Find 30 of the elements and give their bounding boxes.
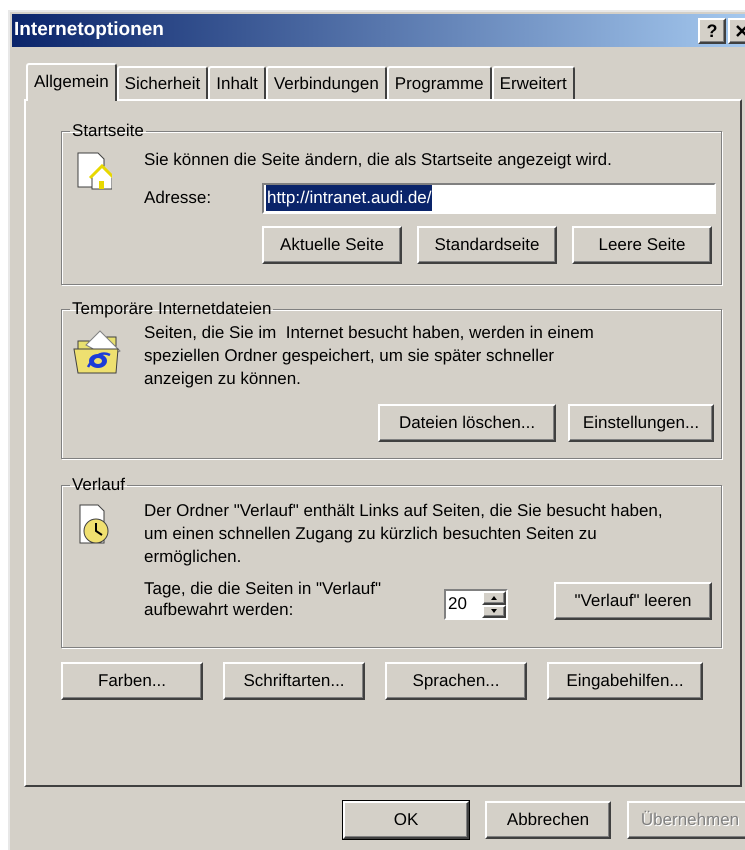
tab[interactable]: Programme (386, 66, 492, 99)
tab[interactable]: Allgemein (26, 63, 117, 101)
page-button[interactable]: Leere Seite (572, 226, 712, 264)
description-text: Seiten, die Sie im Internet besucht haben, werden in einem speziellen Ordner gespeichert, um sie später schneller anzeigen zu können. (144, 322, 595, 390)
days-label: Tage, die die Seiten in "Verlauf" aufbewahrt werden: (144, 578, 382, 620)
description-text: Der Ordner "Verlauf" enthält Links auf Seiten, die Sie besucht haben, um einen schnellen Zugang zu kürzlich besuchten Seiten zu ermöglichen. (144, 500, 664, 568)
group-title: Temporäre Internetdateien (71, 299, 272, 319)
page-button[interactable]: Aktuelle Seite (262, 226, 402, 264)
group-title: Verlauf (71, 475, 126, 495)
option-button[interactable]: Sprachen... (385, 662, 527, 700)
tab[interactable]: Verbindungen (266, 66, 387, 99)
option-button[interactable]: Schriftarten... (223, 662, 365, 700)
clear-history-button[interactable]: "Verlauf" leeren (554, 582, 712, 620)
days-spinner[interactable]: 20 (444, 589, 508, 620)
settings-button[interactable]: Einstellungen... (568, 404, 714, 442)
option-button[interactable]: Eingabehilfen... (547, 662, 703, 700)
address-label: Adresse: (144, 187, 212, 210)
option-button[interactable]: Farben... (61, 662, 203, 700)
address-field[interactable]: http://intranet.audi.de/ (262, 182, 716, 214)
delete-files-button[interactable]: Dateien löschen... (378, 404, 556, 442)
tab[interactable]: Inhalt (208, 66, 266, 99)
tab[interactable]: Erweitert (492, 66, 575, 99)
dialog-button[interactable]: OK (343, 801, 469, 839)
help-button[interactable]: ? (698, 18, 726, 44)
page-button[interactable]: Standardseite (417, 226, 557, 264)
window-title: Internetoptionen (14, 18, 165, 42)
tab[interactable]: Sicherheit (116, 66, 208, 99)
dialog-button[interactable]: Abbrechen (485, 801, 611, 839)
group-title: Startseite (71, 121, 145, 141)
description-text: Sie können die Seite ändern, die als Startseite angezeigt wird. (144, 149, 613, 171)
